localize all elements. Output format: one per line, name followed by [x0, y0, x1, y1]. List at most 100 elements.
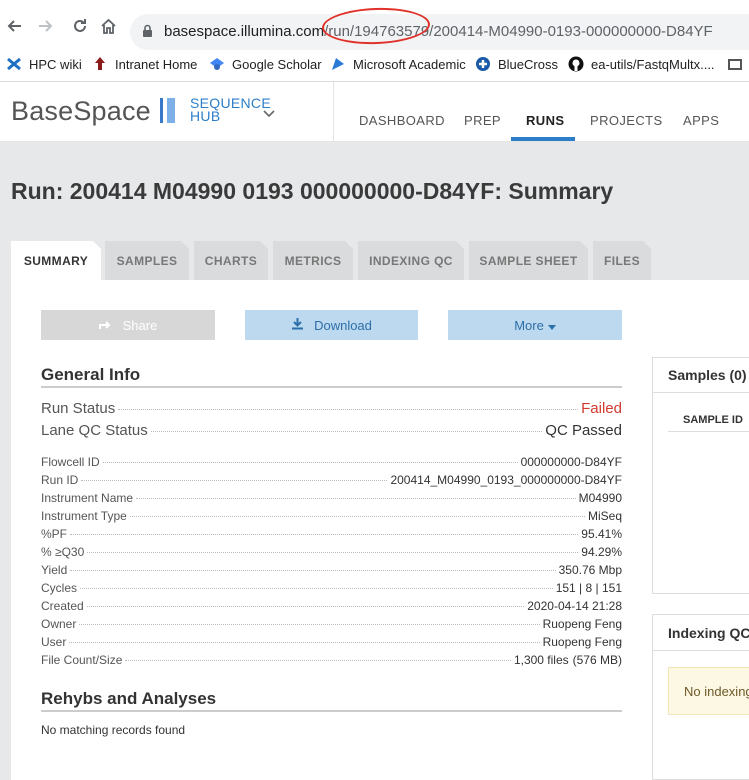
- nav-prep[interactable]: PREP: [464, 113, 501, 128]
- bookmark-label: BlueCross: [498, 56, 558, 72]
- chevron-down-icon[interactable]: [263, 106, 275, 121]
- share-label: Share: [122, 317, 158, 333]
- bookmark-google-scholar[interactable]: Google Scholar: [209, 56, 322, 72]
- bookmark-intranet-home[interactable]: Intranet Home: [92, 56, 197, 72]
- field-value: 350.76 Mbp: [558, 563, 622, 577]
- more-dropdown-button[interactable]: More: [448, 310, 622, 340]
- hub-line-2: HUB: [190, 108, 221, 124]
- field-value: Ruopeng Feng: [542, 617, 622, 631]
- download-icon: [291, 317, 304, 333]
- more-label: More: [514, 317, 544, 333]
- field-label: Created: [41, 599, 84, 613]
- field-label: Flowcell ID: [41, 455, 100, 469]
- reload-icon[interactable]: [72, 18, 88, 38]
- general-info-title: General Info: [41, 365, 141, 384]
- browser-toolbar: basespace.illumina.com/run/194763579/200…: [0, 0, 749, 50]
- detail-row: %PF 95.41%: [41, 527, 622, 541]
- tab-summary[interactable]: SUMMARY: [11, 241, 101, 280]
- forward-arrow-icon[interactable]: [38, 18, 54, 38]
- basespace-logo[interactable]: BaseSpace: [11, 96, 151, 127]
- field-value: MiSeq: [587, 509, 622, 523]
- home-icon[interactable]: [100, 18, 117, 39]
- field-label: Yield: [41, 563, 68, 577]
- panel-divider: [652, 650, 749, 651]
- bookmark-overflow[interactable]: [727, 56, 749, 72]
- tab-files[interactable]: FILES: [593, 241, 651, 280]
- field-label: %PF: [41, 527, 68, 541]
- github-icon: [568, 56, 584, 72]
- detail-row: Owner Ruopeng Feng: [41, 617, 622, 631]
- tab-samples[interactable]: SAMPLES: [105, 241, 189, 280]
- panel-divider: [652, 392, 749, 393]
- section-divider: [41, 710, 622, 712]
- bookmark-label: Google Scholar: [232, 56, 322, 72]
- nav-runs[interactable]: RUNS: [526, 113, 564, 128]
- url-domain: basespace.illumina.com: [164, 23, 325, 40]
- folder-icon: [727, 56, 743, 72]
- share-button[interactable]: Share: [41, 310, 215, 340]
- sequence-hub-logo-mark-light: [167, 98, 175, 123]
- leader-dots: [69, 642, 540, 643]
- download-button[interactable]: Download: [245, 310, 418, 340]
- leader-dots: [125, 660, 511, 661]
- bookmark-bluecross[interactable]: BlueCross: [475, 56, 558, 72]
- nav-apps[interactable]: APPS: [683, 113, 719, 128]
- leader-dots: [70, 534, 579, 535]
- back-arrow-icon[interactable]: [6, 18, 22, 38]
- field-value: Ruopeng Feng: [542, 635, 622, 649]
- bookmark-label: ea-utils/FastqMultx....: [591, 56, 715, 72]
- download-label: Download: [314, 317, 372, 333]
- sample-id-column-header[interactable]: SAMPLE ID: [683, 414, 743, 426]
- indexing-warning-text: No indexing: [684, 684, 749, 699]
- bookmark-label: Microsoft Academic: [353, 56, 466, 72]
- section-divider: [41, 386, 622, 388]
- field-value: M04990: [578, 491, 622, 505]
- microsoft-academic-icon: [330, 56, 346, 72]
- bookmarks-bar: HPC wiki Intranet Home Google Scholar Mi…: [0, 50, 749, 82]
- indexing-qc-panel-title: Indexing QC: [668, 625, 749, 641]
- bookmark-microsoft-academic[interactable]: Microsoft Academic: [330, 56, 466, 72]
- leader-dots: [86, 606, 525, 607]
- detail-row: Instrument Type MiSeq: [41, 509, 622, 523]
- leader-dots: [79, 624, 540, 625]
- field-label: Owner: [41, 617, 77, 631]
- detail-row: Flowcell ID 000000000-D84YF: [41, 455, 622, 469]
- nav-projects[interactable]: PROJECTS: [590, 113, 663, 128]
- google-scholar-icon: [209, 56, 225, 72]
- file-count-link[interactable]: 1,300 files: [514, 653, 569, 667]
- address-url[interactable]: basespace.illumina.com/run/194763579/200…: [164, 23, 713, 40]
- empty-records-note: No matching records found: [41, 723, 186, 737]
- field-value: 151 | 8 | 151: [555, 581, 622, 595]
- field-value: 95.41%: [581, 527, 622, 541]
- leader-dots: [81, 480, 388, 481]
- lane-qc-status-row: Lane QC Status QC Passed: [41, 422, 622, 439]
- detail-row: % ≥Q30 94.29%: [41, 545, 622, 559]
- field-value: 2020-04-14 21:28: [527, 599, 622, 613]
- bookmark-ea-utils[interactable]: ea-utils/FastqMultx....: [568, 56, 715, 72]
- leader-dots: [80, 588, 553, 589]
- leader-dots: [102, 462, 518, 463]
- tab-charts[interactable]: CHARTS: [194, 241, 268, 280]
- field-label: Instrument Name: [41, 491, 134, 505]
- nav-dashboard[interactable]: DASHBOARD: [359, 113, 445, 128]
- indexing-warning-box: No indexing: [668, 667, 749, 715]
- tab-sample-sheet[interactable]: SAMPLE SHEET: [469, 241, 588, 280]
- tab-metrics[interactable]: METRICS: [273, 241, 353, 280]
- field-label: Instrument Type: [41, 509, 127, 523]
- field-label: Run Status: [41, 400, 116, 417]
- leader-dots: [150, 431, 543, 432]
- run-status-value: Failed: [581, 400, 622, 417]
- detail-row: Created 2020-04-14 21:28: [41, 599, 622, 613]
- field-label: User: [41, 635, 67, 649]
- lane-qc-status-value: QC Passed: [545, 422, 622, 439]
- field-label: Run ID: [41, 473, 79, 487]
- bookmark-label: Intranet Home: [115, 56, 198, 72]
- field-label: Cycles: [41, 581, 78, 595]
- lock-icon: [142, 24, 153, 43]
- header-divider: [333, 82, 334, 142]
- sequence-hub-label[interactable]: SEQUENCE HUB: [190, 96, 271, 124]
- samples-panel-title: Samples (0): [668, 367, 747, 383]
- bookmark-hpc-wiki[interactable]: HPC wiki: [6, 56, 82, 72]
- tab-indexing-qc[interactable]: INDEXING QC: [358, 241, 464, 280]
- leader-dots: [136, 498, 576, 499]
